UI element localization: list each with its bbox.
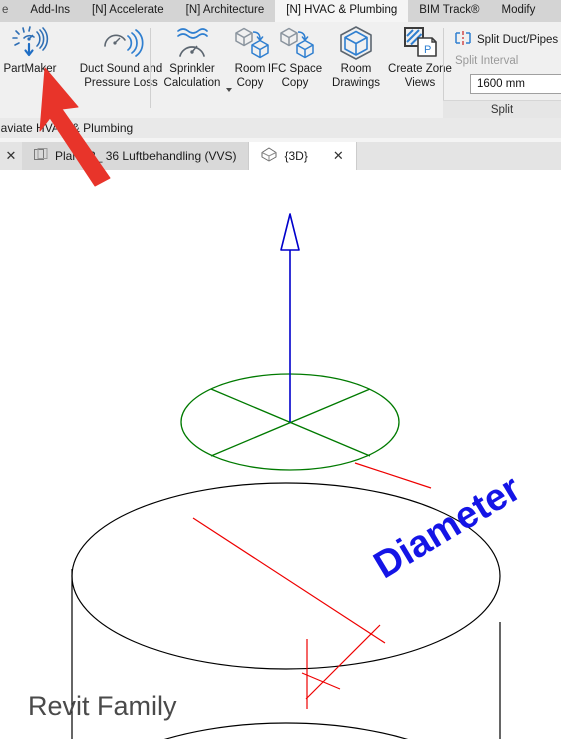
split-interval-value: 1600 mm (477, 78, 525, 90)
ribbon-tab-label: Add-Ins (30, 4, 71, 16)
room-drawings-icon (335, 24, 377, 60)
ribbon-tab-modify[interactable]: Modify (491, 0, 547, 22)
command-label: Sprinkler Calculation (163, 63, 221, 89)
view-tab-plan[interactable]: Plan 02_ 36 Luftbehandling (VVS) (22, 142, 250, 170)
ifc-space-copy-icon (274, 24, 316, 60)
split-duct-pipes-checkbox[interactable]: Split Duct/Pipes (455, 31, 558, 48)
context-strip-label: Naviate HVAC & Plumbing (0, 121, 134, 135)
svg-text:P: P (424, 44, 431, 56)
panel-divider (150, 28, 151, 108)
ribbon-tab-label: [N] Accelerate (92, 4, 164, 16)
cylinder-bottom-ellipse (163, 722, 409, 739)
command-label: IFC Space Copy (267, 63, 323, 89)
view-tab-label: Plan 02_ 36 Luftbehandling (VVS) (55, 149, 237, 163)
command-label: Room Copy (234, 63, 266, 89)
3d-view-canvas[interactable]: Diameter Revit Family (0, 170, 561, 739)
command-sprinkler-calculation[interactable]: Sprinkler Calculation (153, 24, 231, 90)
ribbon-tab-architecture[interactable]: [N] Architecture (175, 0, 276, 22)
command-room-copy[interactable]: Room Copy (228, 24, 272, 90)
command-create-zone-views[interactable]: P Create Zone Views (385, 24, 455, 90)
ribbon-tab-clipped[interactable]: e (0, 0, 19, 22)
view-tab-bar: ✕ Plan 02_ 36 Luftbehandling (VVS) {3D} … (0, 142, 561, 171)
ribbon-tab-label: Modify (501, 4, 536, 16)
command-ifc-space-copy[interactable]: IFC Space Copy (267, 24, 323, 90)
view-tab-label: {3D} (284, 149, 308, 163)
ribbon-panel-area: PartMaker Duct Sound and Pressure Loss S… (0, 22, 561, 119)
ribbon-tab-strip: e Add-Ins [N] Accelerate [N] Architectur… (0, 0, 561, 23)
split-panel-title: Split (443, 100, 561, 118)
panel-divider (443, 28, 444, 108)
ribbon-tab-accelerate[interactable]: [N] Accelerate (81, 0, 175, 22)
cylinder-geometry (71, 213, 501, 739)
ribbon-tab-label: BIM Track® (419, 4, 480, 16)
revit-family-annotation: Revit Family (28, 691, 177, 721)
close-icon[interactable]: ✕ (333, 148, 344, 164)
ribbon-tab-hvac-plumbing[interactable]: [N] HVAC & Plumbing (275, 0, 409, 22)
ribbon-tab-add-ins[interactable]: Add-Ins (19, 0, 81, 22)
dimension-tick-diagonal (301, 672, 341, 690)
close-all-views-icon[interactable]: ✕ (0, 142, 22, 170)
split-interval-input[interactable]: 1600 mm (470, 74, 561, 94)
split-duct-icon (455, 31, 471, 48)
create-zone-views-icon: P (399, 24, 441, 60)
ribbon-tab-label: e (2, 4, 9, 16)
ribbon-tab-label: [N] Architecture (185, 4, 265, 16)
close-all-views-label: ✕ (5, 148, 17, 163)
panel-context-strip: Naviate HVAC & Plumbing (0, 118, 561, 139)
revit-window: e Add-Ins [N] Accelerate [N] Architectur… (0, 0, 561, 739)
partmaker-icon (10, 24, 50, 60)
command-room-drawings[interactable]: Room Drawings (322, 24, 390, 90)
command-label: Room Drawings (332, 63, 380, 89)
dimension-leader-upper (354, 462, 432, 489)
ribbon-tab-bim-track[interactable]: BIM Track® (408, 0, 490, 22)
split-duct-pipes-label: Split Duct/Pipes (477, 33, 559, 46)
ribbon-tab-label: [N] HVAC & Plumbing (286, 4, 398, 16)
command-label: PartMaker (3, 63, 57, 75)
sprinkler-calculation-icon (171, 24, 213, 60)
plan-view-icon (34, 148, 48, 164)
split-panel-title-label: Split (490, 103, 514, 116)
command-label: Create Zone Views (388, 63, 452, 89)
3d-view-icon (261, 147, 277, 165)
view-tab-3d[interactable]: {3D} ✕ (249, 142, 357, 170)
dimension-leader-lower-left (192, 517, 386, 644)
room-copy-icon (229, 24, 271, 60)
duct-sound-icon (97, 24, 145, 60)
axis-arrowhead (280, 213, 300, 251)
split-interval-label: Split Interval (455, 55, 519, 67)
